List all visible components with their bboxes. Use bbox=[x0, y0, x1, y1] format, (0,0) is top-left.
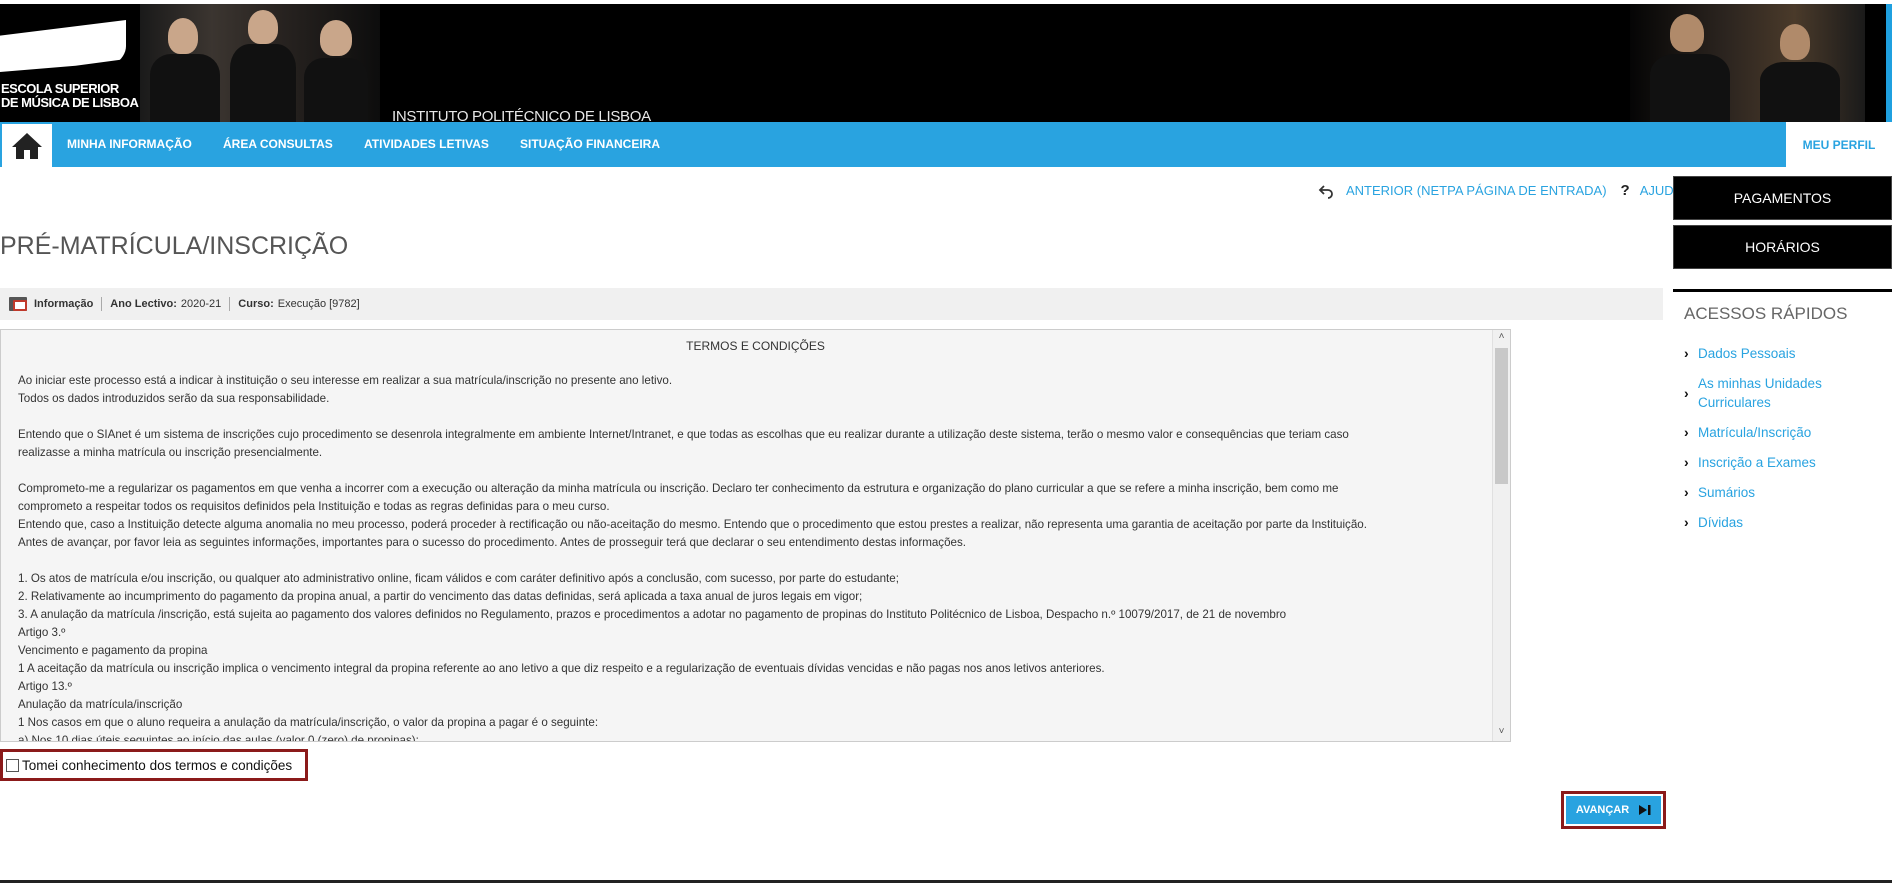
terms-title: TERMOS E CONDIÇÕES bbox=[686, 339, 825, 353]
terms-line: 3. A anulação da matrícula /inscrição, e… bbox=[18, 608, 1287, 621]
chevron-right-icon: › bbox=[1684, 345, 1689, 361]
quick-link-sumarios[interactable]: › Sumários bbox=[1684, 483, 1884, 502]
quick-link-inscricao-exames[interactable]: › Inscrição a Exames bbox=[1684, 453, 1884, 472]
quick-link-label: Dados Pessoais bbox=[1698, 346, 1796, 361]
schedules-button[interactable]: HORÁRIOS bbox=[1673, 225, 1892, 269]
page-title: PRÉ-MATRÍCULA/INSCRIÇÃO bbox=[0, 232, 349, 260]
violinists-photo bbox=[1630, 4, 1865, 122]
chevron-right-icon: › bbox=[1684, 384, 1689, 401]
info-bar: Informação Ano Lectivo: 2020-21 Curso: E… bbox=[0, 288, 1663, 320]
chevron-right-icon: › bbox=[1684, 454, 1689, 470]
scroll-down-icon[interactable]: ˅ bbox=[1495, 726, 1508, 740]
violinist-face bbox=[1670, 14, 1704, 52]
skip-forward-icon bbox=[1639, 805, 1651, 815]
terms-line: comprometo a respeitar todos os requisit… bbox=[18, 500, 610, 513]
singer-face bbox=[248, 10, 278, 44]
scroll-up-icon[interactable]: ˄ bbox=[1495, 331, 1508, 345]
quick-link-label: Dívidas bbox=[1698, 515, 1744, 530]
violinist-body bbox=[1650, 54, 1730, 122]
top-links: ANTERIOR (NETPA PÁGINA DE ENTRADA) ? AJU… bbox=[1318, 182, 1682, 199]
advance-button[interactable]: AVANÇAR bbox=[1566, 796, 1661, 824]
payments-button[interactable]: PAGAMENTOS bbox=[1673, 176, 1892, 220]
banner-accent-bar bbox=[1886, 4, 1892, 122]
violinist-face bbox=[1780, 24, 1810, 60]
year-label: Ano Lectivo: bbox=[110, 298, 177, 310]
main-nav: MINHA INFORMAÇÃO ÁREA CONSULTAS ATIVIDAD… bbox=[0, 122, 1892, 167]
terms-text: Ao iniciar este processo está a indicar … bbox=[18, 372, 1488, 742]
quick-link-label: As minhas Unidades Curriculares bbox=[1698, 376, 1822, 410]
accept-terms-checkbox[interactable]: Tomei conhecimento dos termos e condiçõe… bbox=[0, 749, 308, 781]
quick-link-matricula-inscricao[interactable]: › Matrícula/Inscrição bbox=[1684, 423, 1884, 442]
checkbox-box[interactable] bbox=[6, 758, 19, 772]
terms-line: Entendo que, caso a Instituição detecte … bbox=[18, 518, 1367, 531]
nav-area-consultas[interactable]: ÁREA CONSULTAS bbox=[223, 137, 333, 151]
nav-situacao-financeira[interactable]: SITUAÇÃO FINANCEIRA bbox=[520, 137, 660, 151]
terms-spacer bbox=[18, 462, 1488, 480]
terms-line: Todos os dados introduzidos serão da sua… bbox=[18, 392, 330, 405]
divider bbox=[101, 297, 103, 311]
info-label: Informação bbox=[34, 298, 94, 310]
nav-minha-informacao[interactable]: MINHA INFORMAÇÃO bbox=[67, 137, 192, 151]
terms-line: Artigo 3.º bbox=[18, 626, 66, 639]
home-button[interactable] bbox=[2, 124, 52, 167]
terms-line: Anulação da matrícula/inscrição bbox=[18, 698, 183, 711]
choir-photo bbox=[140, 4, 380, 122]
terms-spacer bbox=[18, 552, 1488, 570]
school-logo: ESCOLA SUPERIOR DE MÚSICA DE LISBOA bbox=[1, 81, 139, 110]
logo-line-2: DE MÚSICA DE LISBOA bbox=[1, 95, 139, 110]
terms-line: Comprometo-me a regularizar os pagamento… bbox=[18, 482, 1339, 495]
quick-access-list: › Dados Pessoais › As minhas Unidades Curr… bbox=[1684, 344, 1884, 543]
quick-link-label: Inscrição a Exames bbox=[1698, 455, 1816, 470]
advance-label: AVANÇAR bbox=[1575, 804, 1630, 816]
scroll-thumb[interactable] bbox=[1495, 348, 1508, 484]
singer-body bbox=[150, 54, 220, 122]
nav-atividades-letivas[interactable]: ATIVIDADES LETIVAS bbox=[364, 137, 489, 151]
terms-line: Artigo 13.º bbox=[18, 680, 72, 693]
institute-name: INSTITUTO POLITÉCNICO DE LISBOA bbox=[392, 108, 651, 122]
terms-scrollbar[interactable]: ˄ ˅ bbox=[1492, 330, 1510, 741]
terms-line: 2. Relativamente ao incumprimento do pag… bbox=[18, 590, 863, 603]
terms-spacer bbox=[18, 408, 1488, 426]
terms-line: 1. Os atos de matrícula e/ou inscrição, … bbox=[18, 572, 899, 585]
terms-line: a) Nos 10 dias úteis seguintes ao início… bbox=[18, 734, 419, 742]
advance-button-highlight: AVANÇAR bbox=[1561, 791, 1666, 829]
accept-terms-label: Tomei conhecimento dos termos e condiçõe… bbox=[22, 757, 293, 773]
terms-line: Entendo que o SIAnet é um sistema de ins… bbox=[18, 428, 1349, 441]
quick-link-dividas[interactable]: › Dívidas bbox=[1684, 513, 1884, 532]
info-icon bbox=[9, 297, 27, 311]
quick-link-label: Matrícula/Inscrição bbox=[1698, 425, 1812, 440]
terms-line: Vencimento e pagamento da propina bbox=[18, 644, 208, 657]
back-arrow-icon bbox=[1318, 184, 1333, 199]
chevron-right-icon: › bbox=[1684, 484, 1689, 500]
logo-line-1: ESCOLA SUPERIOR bbox=[1, 81, 119, 96]
course-value: Execução [9782] bbox=[277, 298, 360, 310]
quick-link-label: Sumários bbox=[1698, 485, 1756, 500]
terms-line: 1 Nos casos em que o aluno requeira a an… bbox=[18, 716, 599, 729]
home-icon bbox=[12, 132, 42, 159]
back-link[interactable]: ANTERIOR (NETPA PÁGINA DE ENTRADA) bbox=[1346, 183, 1607, 198]
terms-line: 1 A aceitação da matrícula ou inscrição … bbox=[18, 662, 1105, 675]
course-label: Curso: bbox=[238, 298, 274, 310]
singer-face bbox=[320, 20, 352, 56]
school-logo-shape bbox=[0, 20, 126, 72]
chevron-right-icon: › bbox=[1684, 514, 1689, 530]
singer-face bbox=[168, 18, 198, 54]
terms-box[interactable]: TERMOS E CONDIÇÕES Ao iniciar este proce… bbox=[0, 329, 1511, 742]
terms-line: Antes de avançar, por favor leia as segu… bbox=[18, 536, 967, 549]
singer-body bbox=[230, 44, 296, 122]
help-icon: ? bbox=[1620, 182, 1630, 199]
chevron-right-icon: › bbox=[1684, 424, 1689, 440]
divider bbox=[229, 297, 231, 311]
year-value: 2020-21 bbox=[180, 298, 222, 310]
singer-body bbox=[304, 58, 368, 122]
header-banner: ESCOLA SUPERIOR DE MÚSICA DE LISBOA INST… bbox=[0, 0, 1892, 122]
quick-link-dados-pessoais[interactable]: › Dados Pessoais bbox=[1684, 344, 1884, 363]
terms-line: realizasse a minha matrícula ou inscriçã… bbox=[18, 446, 323, 459]
terms-line: Ao iniciar este processo está a indicar … bbox=[18, 374, 673, 387]
quick-access-divider bbox=[1673, 289, 1892, 292]
quick-access-title: ACESSOS RÁPIDOS bbox=[1684, 304, 1848, 323]
violinist-body bbox=[1760, 62, 1840, 122]
quick-link-unidades-curriculares[interactable]: › As minhas Unidades Curriculares bbox=[1684, 374, 1884, 412]
nav-meu-perfil[interactable]: MEU PERFIL bbox=[1786, 122, 1892, 167]
